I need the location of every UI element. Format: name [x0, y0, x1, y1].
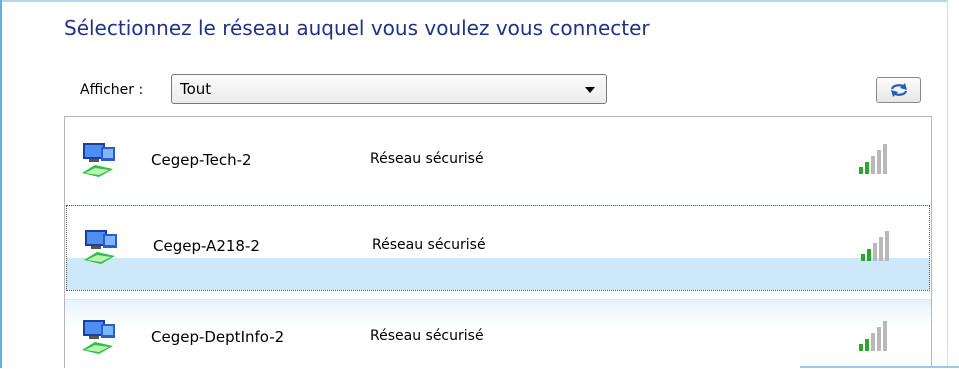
filter-selected-value: Tout: [180, 80, 212, 98]
dropdown-arrow-icon: [585, 87, 595, 93]
refresh-button[interactable]: [876, 77, 921, 103]
window-top-border: [0, 0, 959, 2]
network-name: Cegep-Tech-2: [151, 151, 252, 169]
signal-strength-icon: [859, 144, 887, 174]
signal-strength-icon: [859, 321, 887, 351]
dialog-title: Sélectionnez le réseau auquel vous voule…: [64, 16, 650, 40]
network-list-item[interactable]: Cegep-DeptInfo-2 Réseau sécurisé: [65, 299, 931, 369]
refresh-arrows-icon: [890, 83, 907, 97]
network-name: Cegep-A218-2: [153, 237, 260, 255]
network-list: Cegep-Tech-2 Réseau sécurisé Cegep-A218-…: [64, 116, 932, 369]
network-security-status: Réseau sécurisé: [370, 151, 484, 167]
network-security-status: Réseau sécurisé: [372, 237, 486, 253]
network-list-item[interactable]: Cegep-Tech-2 Réseau sécurisé: [65, 117, 931, 201]
filter-label: Afficher :: [80, 82, 144, 98]
window-left-border: [0, 0, 2, 368]
wireless-network-icon: [82, 320, 115, 354]
window-right-border: [947, 0, 959, 368]
network-name: Cegep-DeptInfo-2: [151, 328, 285, 346]
network-list-item-selected[interactable]: Cegep-A218-2 Réseau sécurisé: [66, 205, 930, 291]
signal-strength-icon: [861, 231, 889, 261]
wireless-network-icon: [82, 143, 115, 177]
filter-select[interactable]: Tout: [171, 74, 607, 104]
network-security-status: Réseau sécurisé: [370, 328, 484, 344]
wireless-network-icon: [84, 230, 117, 264]
